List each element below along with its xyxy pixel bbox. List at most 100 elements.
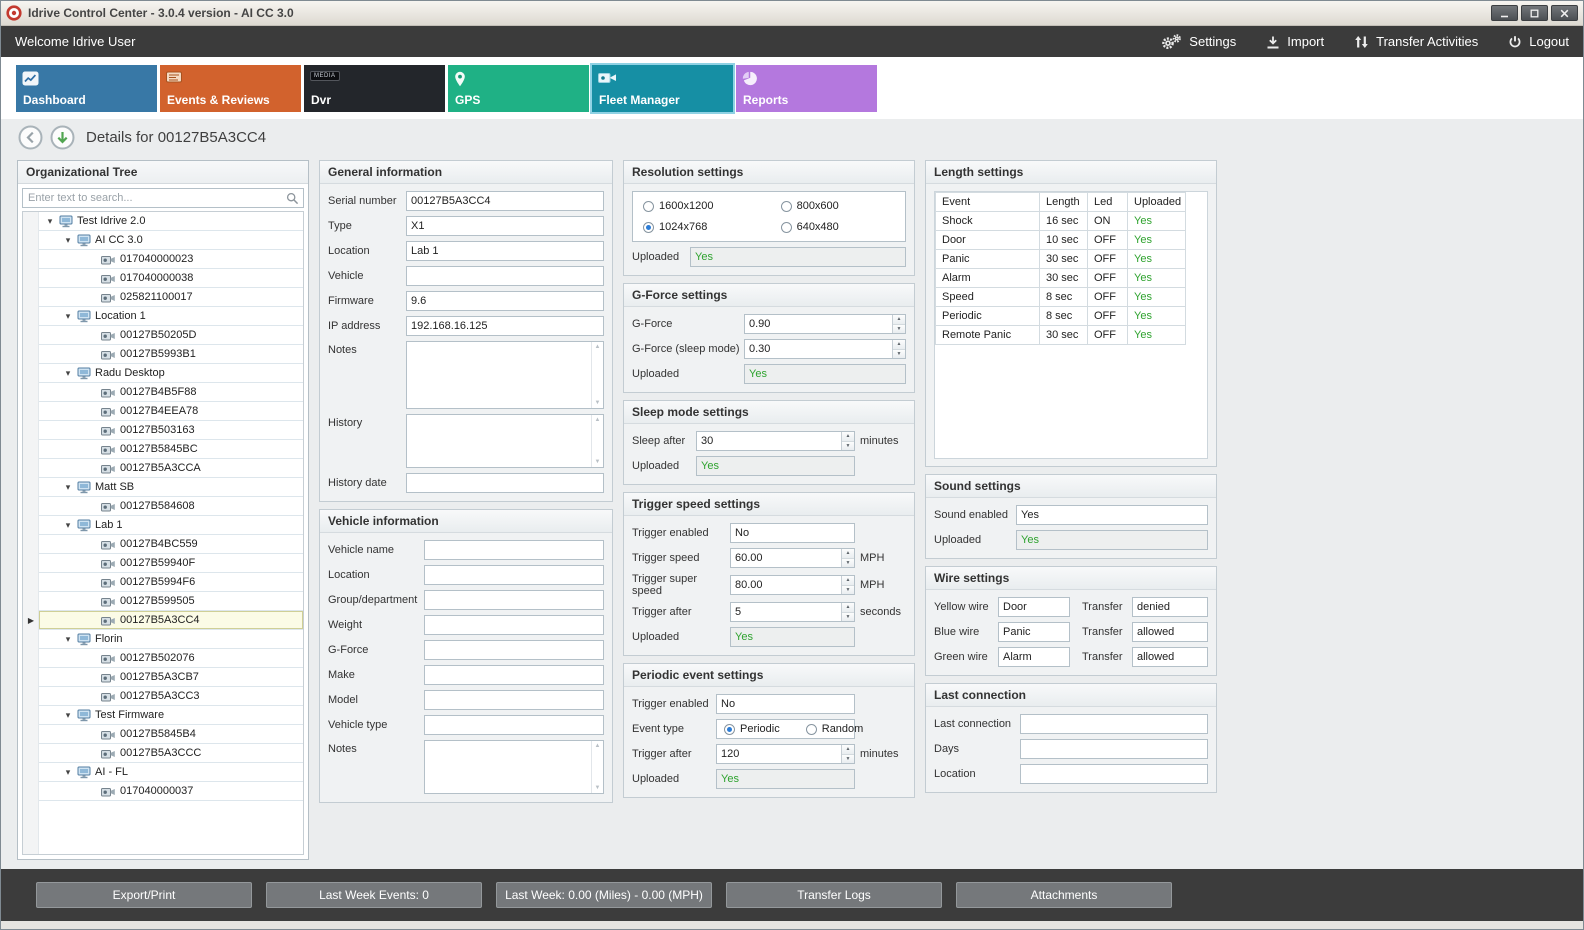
vehicle-information-g-force-input[interactable] (424, 640, 604, 660)
expander-icon[interactable]: ▾ (63, 482, 73, 493)
general-information-firmware-input[interactable] (406, 291, 604, 311)
column-header-uploaded[interactable]: Uploaded (1128, 193, 1186, 212)
tree-device-025821100017[interactable]: 025821100017 (23, 288, 303, 307)
tree-device-00127b502076[interactable]: 00127B502076 (23, 649, 303, 668)
tree-device-00127b5a3ccc[interactable]: 00127B5A3CCC (23, 744, 303, 763)
resolution-settings-radio-800x600[interactable]: 800x600 (781, 200, 895, 212)
tree-group-location-1[interactable]: ▾Location 1 (23, 307, 303, 326)
general-information-location-input[interactable] (406, 241, 604, 261)
window-maximize-button[interactable] (1521, 5, 1548, 21)
logout-button[interactable]: Logout (1508, 34, 1569, 49)
transfer-logs-button[interactable]: Transfer Logs (726, 882, 942, 908)
periodic-event-settings-trigger-enabled-input[interactable] (716, 694, 855, 714)
sound-settings-sound-enabled-input[interactable] (1016, 505, 1208, 525)
g-force-settings-g-force-input[interactable] (745, 315, 892, 333)
vehicle-information-group-department-input[interactable] (424, 590, 604, 610)
tree-device-017040000023[interactable]: 017040000023 (23, 250, 303, 269)
wire-settings-green-wire-input[interactable] (998, 647, 1070, 667)
periodic-event-settings-radio-periodic[interactable]: Periodic (724, 723, 780, 735)
last-connection-last-connection-input[interactable] (1020, 714, 1208, 734)
tab-reports[interactable]: Reports (736, 65, 877, 112)
trigger-speed-settings-trigger-after-spin-down-button[interactable]: ▼ (842, 613, 854, 622)
tree-device-00127b59940f[interactable]: 00127B59940F (23, 554, 303, 573)
vehicle-information-vehicle-name-input[interactable] (424, 540, 604, 560)
tree-device-00127b5993b1[interactable]: 00127B5993B1 (23, 345, 303, 364)
sleep-mode-settings-sleep-after-input[interactable] (697, 432, 841, 450)
tree-device-017040000038[interactable]: 017040000038 (23, 269, 303, 288)
general-information-ip-address-input[interactable] (406, 316, 604, 336)
trigger-speed-settings-trigger-speed-spin-down-button[interactable]: ▼ (842, 559, 854, 568)
column-header-length[interactable]: Length (1040, 193, 1088, 212)
column-header-led[interactable]: Led (1088, 193, 1128, 212)
general-information-vehicle-input[interactable] (406, 266, 604, 286)
vehicle-information-make-input[interactable] (424, 665, 604, 685)
search-input[interactable] (22, 188, 304, 208)
expander-icon[interactable]: ▾ (63, 520, 73, 531)
general-information-serial-number-input[interactable] (406, 191, 604, 211)
table-row-periodic[interactable]: Periodic8 secOFFYes (936, 307, 1186, 326)
table-row-remote-panic[interactable]: Remote Panic30 secOFFYes (936, 326, 1186, 345)
expander-icon[interactable]: ▾ (63, 235, 73, 246)
tree-device-00127b5845b4[interactable]: 00127B5845B4 (23, 725, 303, 744)
periodic-event-settings-trigger-after-spin-down-button[interactable]: ▼ (842, 755, 854, 764)
import-button[interactable]: Import (1266, 34, 1324, 49)
table-row-door[interactable]: Door10 secOFFYes (936, 231, 1186, 250)
expander-icon[interactable]: ▾ (45, 216, 55, 227)
sleep-mode-settings-sleep-after-spin-up-button[interactable]: ▲ (842, 432, 854, 442)
tab-fleet-manager[interactable]: Fleet Manager (592, 65, 733, 112)
periodic-event-settings-radio-random[interactable]: Random (806, 723, 864, 735)
periodic-event-settings-trigger-after-spin-up-button[interactable]: ▲ (842, 745, 854, 755)
trigger-speed-settings-trigger-super-speed-input[interactable] (731, 576, 841, 594)
trigger-speed-settings-trigger-speed-spin-up-button[interactable]: ▲ (842, 549, 854, 559)
column-header-event[interactable]: Event (936, 193, 1040, 212)
tree-device-00127b4bc559[interactable]: 00127B4BC559 (23, 535, 303, 554)
tree-group-lab-1[interactable]: ▾Lab 1 (23, 516, 303, 535)
tab-dvr[interactable]: MEDIADvr (304, 65, 445, 112)
g-force-settings-g-force-sleep-mode-input[interactable] (745, 340, 892, 358)
last-week-0-00-miles-0-00-mph-button[interactable]: Last Week: 0.00 (Miles) - 0.00 (MPH) (496, 882, 712, 908)
export-print-button[interactable]: Export/Print (36, 882, 252, 908)
g-force-settings-g-force-sleep-mode-spin-up-button[interactable]: ▲ (893, 340, 905, 350)
tab-gps[interactable]: GPS (448, 65, 589, 112)
resolution-settings-radio-640x480[interactable]: 640x480 (781, 221, 895, 233)
tree-device-00127b5a3cb7[interactable]: 00127B5A3CB7 (23, 668, 303, 687)
vehicle-information-vehicle-type-input[interactable] (424, 715, 604, 735)
periodic-event-settings-trigger-after-input[interactable] (717, 745, 841, 763)
last-connection-location-input[interactable] (1020, 764, 1208, 784)
tree-device-00127b5a3cc3[interactable]: 00127B5A3CC3 (23, 687, 303, 706)
vehicle-information-weight-input[interactable] (424, 615, 604, 635)
g-force-settings-g-force-spin-down-button[interactable]: ▼ (893, 325, 905, 334)
wire-settings-yellow-wire-transfer-input[interactable] (1132, 597, 1208, 617)
wire-settings-blue-wire-transfer-input[interactable] (1132, 622, 1208, 642)
general-information-notes-textarea[interactable] (407, 342, 591, 408)
general-information-type-input[interactable] (406, 216, 604, 236)
expander-icon[interactable]: ▾ (63, 311, 73, 322)
wire-settings-blue-wire-input[interactable] (998, 622, 1070, 642)
tree-device-00127b599505[interactable]: 00127B599505 (23, 592, 303, 611)
resolution-settings-radio-1024x768[interactable]: 1024x768 (643, 221, 775, 233)
tree-device-017040000037[interactable]: 017040000037 (23, 782, 303, 801)
tree-group-test-idrive-2-0[interactable]: ▾Test Idrive 2.0 (23, 212, 303, 231)
expander-icon[interactable]: ▾ (63, 710, 73, 721)
tree-device-00127b50205d[interactable]: 00127B50205D (23, 326, 303, 345)
vehicle-information-notes-textarea[interactable] (425, 741, 591, 793)
tree-device-00127b503163[interactable]: 00127B503163 (23, 421, 303, 440)
trigger-speed-settings-trigger-after-input[interactable] (731, 603, 841, 621)
tree-group-radu-desktop[interactable]: ▾Radu Desktop (23, 364, 303, 383)
table-row-alarm[interactable]: Alarm30 secOFFYes (936, 269, 1186, 288)
attachments-button[interactable]: Attachments (956, 882, 1172, 908)
vehicle-information-location-input[interactable] (424, 565, 604, 585)
transfer-activities-button[interactable]: Transfer Activities (1354, 34, 1478, 49)
tab-dashboard[interactable]: Dashboard (16, 65, 157, 112)
tab-events-reviews[interactable]: Events & Reviews (160, 65, 301, 112)
trigger-speed-settings-trigger-after-spin-up-button[interactable]: ▲ (842, 603, 854, 613)
back-button[interactable] (18, 125, 43, 150)
tree-group-ai-cc-3-0[interactable]: ▾AI CC 3.0 (23, 231, 303, 250)
tree-device-00127b5845bc[interactable]: 00127B5845BC (23, 440, 303, 459)
tree-device-00127b4eea78[interactable]: 00127B4EEA78 (23, 402, 303, 421)
tree-group-ai-fl[interactable]: ▾AI - FL (23, 763, 303, 782)
general-information-history-textarea[interactable] (407, 415, 591, 467)
expander-icon[interactable]: ▾ (63, 767, 73, 778)
tree-device-00127b584608[interactable]: 00127B584608 (23, 497, 303, 516)
window-close-button[interactable] (1551, 5, 1578, 21)
